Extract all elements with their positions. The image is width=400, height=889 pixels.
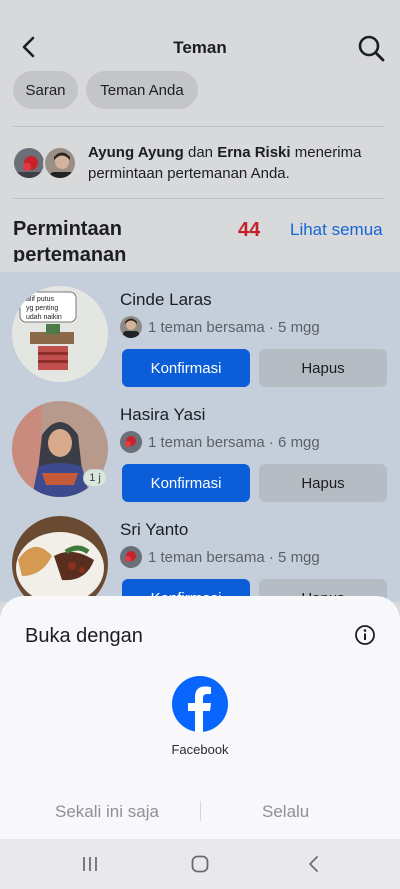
mutual-text: 1 teman bersama · 5 mgg [148, 548, 320, 566]
search-icon[interactable] [356, 33, 386, 63]
mutual-friends: 1 teman bersama · 5 mgg [120, 316, 320, 338]
always-button[interactable]: Selalu [262, 802, 309, 822]
chip-teman-anda[interactable]: Teman Anda [86, 71, 198, 109]
recent-apps-icon[interactable] [79, 853, 101, 875]
section-title: Permintaan pertemanan [13, 218, 127, 262]
sheet-title: Buka dengan [25, 625, 143, 647]
mutual-friend-avatar [120, 431, 142, 453]
see-all-link[interactable]: Lihat semua [290, 220, 383, 240]
request-name[interactable]: Sri Yanto [120, 520, 188, 540]
time-badge: 1 j [83, 469, 107, 487]
mutual-friends: 1 teman bersama · 6 mgg [120, 431, 320, 453]
mutual-friend-avatar [120, 546, 142, 568]
confirm-button[interactable]: Konfirmasi [122, 349, 250, 387]
page-title: Teman [173, 38, 227, 57]
request-name[interactable]: Cinde Laras [120, 290, 212, 310]
notification-name-1: Ayung Ayung [88, 144, 184, 161]
facebook-app-label[interactable]: Facebook [0, 742, 400, 757]
request-name[interactable]: Hasira Yasi [120, 405, 205, 425]
friend-request-list: alif putus yg penting udah naikin Cinde … [0, 272, 400, 602]
notification-avatars[interactable] [12, 146, 78, 180]
avatar[interactable]: alif putus yg penting udah naikin [12, 286, 108, 382]
list-item[interactable]: Sri Yanto 1 teman bersama · 5 mgg Konfir… [0, 508, 400, 602]
facebook-icon[interactable] [172, 676, 228, 732]
request-count: 44 [238, 219, 261, 241]
avatar-caption-line-1: alif putus [26, 296, 55, 303]
system-nav-bar [0, 839, 400, 889]
just-once-button[interactable]: Sekali ini saja [55, 802, 159, 822]
list-item[interactable]: 1 j Hasira Yasi 1 teman bersama · 6 mgg … [0, 393, 400, 508]
avatar-caption-line-3: udah naikin [26, 314, 62, 321]
notification-name-2: Erna Riski [217, 144, 291, 161]
notification-conjunction: dan [183, 144, 218, 161]
confirm-button[interactable]: Konfirmasi [122, 464, 250, 502]
top-bar: Teman [0, 0, 400, 70]
list-item[interactable]: alif putus yg penting udah naikin Cinde … [0, 278, 400, 393]
chip-saran[interactable]: Saran [13, 71, 78, 109]
delete-button[interactable]: Hapus [259, 349, 387, 387]
delete-button[interactable]: Hapus [259, 464, 387, 502]
mutual-friends: 1 teman bersama · 5 mgg [120, 546, 320, 568]
avatar[interactable] [12, 516, 108, 602]
mutual-friend-avatar [120, 316, 142, 338]
divider [13, 198, 384, 199]
mutual-text: 1 teman bersama · 6 mgg [148, 433, 320, 451]
divider [200, 801, 201, 821]
open-with-sheet: Buka dengan Facebook Sekali ini saja Sel… [0, 596, 400, 839]
notification-text[interactable]: Ayung Ayung dan Erna Riski menerima perm… [88, 142, 388, 184]
avatar-caption-line-2: yg penting [26, 305, 58, 312]
avatar [43, 146, 77, 180]
home-icon[interactable] [189, 853, 211, 875]
divider [13, 126, 384, 127]
back-icon[interactable] [303, 853, 325, 875]
info-icon[interactable] [354, 624, 376, 646]
avatar [12, 146, 46, 180]
mutual-text: 1 teman bersama · 5 mgg [148, 318, 320, 336]
